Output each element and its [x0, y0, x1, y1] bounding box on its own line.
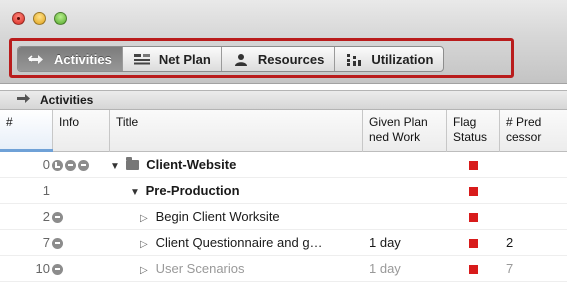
row-predecessors [506, 204, 566, 230]
table-row[interactable]: 10 User Scenarios 1 day 7 [0, 256, 567, 282]
row-number: 7 [42, 235, 50, 250]
flag-icon [469, 186, 478, 196]
activities-table: 0 Client-Website 1 Pre-Production 2 [0, 152, 567, 286]
disclosure-triangle-icon[interactable] [110, 154, 122, 178]
row-title: Client-Website [146, 157, 237, 172]
row-info-icons [52, 256, 112, 282]
row-work [369, 204, 447, 230]
note-icon[interactable] [65, 159, 76, 171]
row-predecessors: 7 [506, 261, 514, 276]
tab-net-plan[interactable]: Net Plan [123, 47, 222, 71]
note-icon[interactable] [52, 237, 63, 249]
row-work: 1 day [369, 261, 401, 276]
row-info-icons [52, 152, 112, 178]
zoom-window-button[interactable] [54, 12, 67, 25]
close-window-button[interactable] [12, 12, 25, 25]
flag-icon [469, 212, 478, 222]
row-work: 1 day [369, 235, 401, 250]
flag-status-cell[interactable] [447, 178, 500, 204]
tab-net-plan-label: Net Plan [158, 51, 211, 67]
disclosure-triangle-icon[interactable] [140, 206, 152, 230]
column-header-title[interactable]: Title [110, 110, 363, 152]
flag-icon [469, 160, 478, 170]
table-row[interactable]: 2 Begin Client Worksite [0, 204, 567, 230]
toolbar: Activities Net Plan Resources Utilizatio… [0, 34, 567, 84]
folder-icon [125, 157, 139, 170]
row-title-cell[interactable]: User Scenarios [110, 256, 363, 282]
minimize-window-button[interactable] [33, 12, 46, 25]
row-info-icons [52, 230, 112, 256]
utilization-icon [345, 52, 363, 66]
tab-activities[interactable]: Activities [18, 47, 123, 71]
arrows-icon [16, 93, 32, 107]
tab-utilization-label: Utilization [371, 51, 434, 67]
table-row[interactable]: 0 Client-Website [0, 152, 567, 178]
flag-icon [469, 264, 478, 274]
row-number: 0 [42, 157, 50, 172]
row-title: Begin Client Worksite [155, 209, 280, 224]
column-header-flag-status[interactable]: Flag Status [447, 110, 500, 152]
tab-utilization[interactable]: Utilization [335, 47, 443, 71]
row-title-cell[interactable]: Pre-Production [110, 178, 363, 204]
tab-resources[interactable]: Resources [222, 47, 336, 71]
row-predecessors [506, 152, 566, 178]
flag-status-cell[interactable] [447, 204, 500, 230]
disclosure-triangle-icon[interactable] [130, 180, 142, 204]
column-header-info[interactable]: Info [53, 110, 110, 152]
note-icon[interactable] [52, 211, 63, 223]
row-info-icons [52, 204, 112, 230]
row-title: Client Questionnaire and g… [155, 235, 323, 250]
table-row[interactable]: 1 Pre-Production [0, 178, 567, 204]
note-icon[interactable] [78, 159, 89, 171]
tab-activities-label: Activities [54, 51, 112, 67]
person-icon [232, 52, 250, 66]
row-info-icons [52, 178, 112, 204]
tab-resources-label: Resources [257, 51, 325, 67]
disclosure-triangle-icon[interactable] [140, 258, 152, 282]
flag-icon [469, 238, 478, 248]
flag-status-cell[interactable] [447, 256, 500, 282]
row-predecessors [506, 178, 566, 204]
flag-status-cell[interactable] [447, 230, 500, 256]
flag-status-cell[interactable] [447, 152, 500, 178]
arrows-icon [28, 52, 46, 66]
row-predecessors: 2 [506, 235, 514, 250]
row-title: Pre-Production [145, 183, 240, 198]
column-header-predecessors[interactable]: # Pred cessor [500, 110, 567, 152]
disclosure-triangle-icon[interactable] [140, 232, 152, 256]
table-row[interactable]: 7 Client Questionnaire and g… 1 day 2 [0, 230, 567, 256]
clock-icon[interactable] [52, 159, 63, 171]
row-work [369, 178, 447, 204]
column-header-given-planned-work[interactable]: Given Plan ned Work [363, 110, 447, 152]
window-titlebar [0, 0, 567, 34]
row-number: 10 [35, 261, 50, 276]
row-number: 2 [42, 209, 50, 224]
row-title: User Scenarios [155, 261, 245, 276]
row-work [369, 152, 447, 178]
note-icon[interactable] [52, 263, 63, 275]
column-header-number[interactable]: # [0, 110, 53, 152]
row-title-cell[interactable]: Client-Website [110, 152, 363, 178]
row-title-cell[interactable]: Begin Client Worksite [110, 204, 363, 230]
net-plan-icon [133, 52, 151, 66]
pane-header: Activities [0, 90, 567, 110]
row-number: 1 [42, 183, 50, 198]
pane-title: Activities [40, 93, 94, 107]
view-switcher: Activities Net Plan Resources Utilizatio… [17, 46, 445, 72]
table-header: # Info Title Given Plan ned Work Flag St… [0, 110, 567, 152]
row-title-cell[interactable]: Client Questionnaire and g… [110, 230, 363, 256]
